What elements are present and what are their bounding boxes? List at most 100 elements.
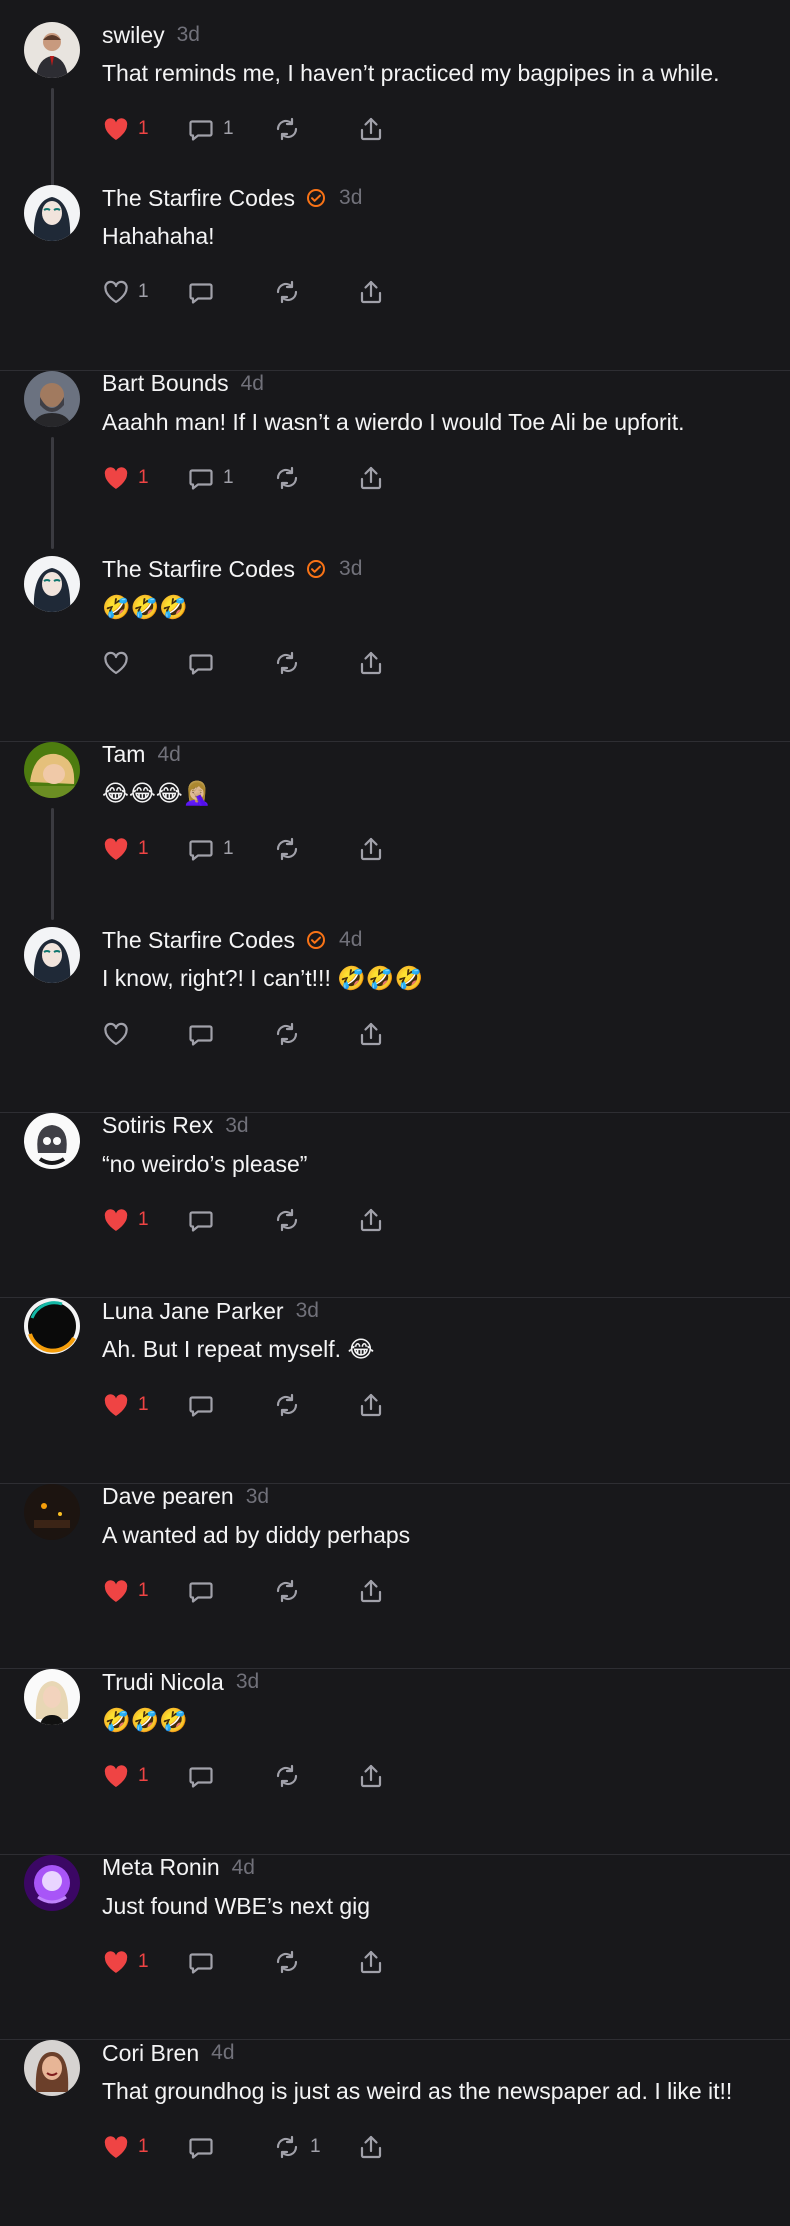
repost-count: 1: [310, 2136, 321, 2157]
post-content: swiley 3d That reminds me, I haven’t pra…: [102, 22, 766, 185]
avatar[interactable]: [24, 185, 80, 241]
reply-button[interactable]: 1: [187, 115, 272, 143]
share-button[interactable]: [357, 835, 442, 863]
share-button[interactable]: [357, 649, 442, 677]
author-name[interactable]: Tam: [102, 741, 145, 768]
reply-button[interactable]: [187, 1762, 272, 1790]
author-name[interactable]: Bart Bounds: [102, 370, 229, 397]
author-name[interactable]: The Starfire Codes: [102, 185, 295, 212]
heart-icon: [102, 1763, 130, 1789]
reply-post: Meta Ronin 4d Just found WBE’s next gig …: [0, 1854, 790, 2040]
avatar[interactable]: [24, 741, 80, 798]
avatar[interactable]: [24, 1854, 80, 1911]
like-button[interactable]: 1: [102, 116, 187, 142]
avatar[interactable]: [24, 1669, 80, 1725]
share-icon: [357, 115, 385, 143]
reply-button[interactable]: [187, 1577, 272, 1605]
author-name[interactable]: Trudi Nicola: [102, 1669, 224, 1696]
repost-button[interactable]: [272, 1391, 357, 1419]
like-button[interactable]: 1: [102, 465, 187, 491]
repost-button[interactable]: [272, 649, 357, 677]
author-name[interactable]: Cori Bren: [102, 2040, 199, 2067]
repost-button[interactable]: [272, 115, 357, 143]
author-name[interactable]: Sotiris Rex: [102, 1112, 213, 1139]
post-actions: [102, 646, 766, 680]
like-button[interactable]: 1: [102, 1392, 187, 1418]
like-button[interactable]: [102, 650, 187, 676]
share-button[interactable]: [357, 1020, 442, 1048]
like-button[interactable]: 1: [102, 1578, 187, 1604]
reply-button[interactable]: [187, 1391, 272, 1419]
share-button[interactable]: [357, 2133, 442, 2161]
like-button[interactable]: [102, 1021, 187, 1047]
share-button[interactable]: [357, 278, 442, 306]
heart-icon: [102, 650, 130, 676]
repost-button[interactable]: [272, 278, 357, 306]
like-button[interactable]: 1: [102, 1207, 187, 1233]
heart-icon: [102, 465, 130, 491]
author-name[interactable]: The Starfire Codes: [102, 556, 295, 583]
repost-button[interactable]: 1: [272, 2133, 357, 2161]
post-meta: Luna Jane Parker 3d: [102, 1296, 766, 1326]
like-button[interactable]: 1: [102, 279, 187, 305]
comment-icon: [187, 115, 215, 143]
like-count: 1: [138, 837, 149, 859]
reply-button[interactable]: [187, 1206, 272, 1234]
share-button[interactable]: [357, 1577, 442, 1605]
post-timestamp: 4d: [339, 928, 363, 951]
like-button[interactable]: 1: [102, 1763, 187, 1789]
reply-button[interactable]: [187, 278, 272, 306]
post-timestamp: 3d: [176, 23, 200, 46]
like-count: 1: [138, 281, 149, 302]
like-button[interactable]: 1: [102, 1949, 187, 1975]
avatar[interactable]: [24, 22, 80, 78]
share-button[interactable]: [357, 1206, 442, 1234]
like-button[interactable]: 1: [102, 836, 187, 862]
share-icon: [357, 1948, 385, 1976]
reply-button[interactable]: 1: [187, 464, 272, 492]
like-button[interactable]: 1: [102, 2134, 187, 2160]
avatar[interactable]: [24, 370, 80, 427]
repost-icon: [272, 1577, 302, 1605]
share-button[interactable]: [357, 115, 442, 143]
post-meta: The Starfire Codes 3d: [102, 183, 766, 213]
reply-button[interactable]: [187, 1948, 272, 1976]
repost-button[interactable]: [272, 1206, 357, 1234]
repost-button[interactable]: [272, 464, 357, 492]
avatar-column: [24, 556, 102, 741]
author-name[interactable]: The Starfire Codes: [102, 927, 295, 954]
reply-button[interactable]: 1: [187, 835, 272, 863]
repost-icon: [272, 115, 302, 143]
author-name[interactable]: Dave pearen: [102, 1483, 234, 1510]
reply-post: Bart Bounds 4d Aaahh man! If I wasn’t a …: [0, 370, 790, 557]
share-button[interactable]: [357, 1762, 442, 1790]
avatar[interactable]: [24, 556, 80, 612]
repost-button[interactable]: [272, 1020, 357, 1048]
author-name[interactable]: swiley: [102, 22, 165, 49]
post-text: “no weirdo’s please”: [102, 1150, 308, 1177]
repost-button[interactable]: [272, 1948, 357, 1976]
post-meta: Sotiris Rex 3d: [102, 1111, 766, 1141]
avatar[interactable]: [24, 2040, 80, 2096]
avatar[interactable]: [24, 1483, 80, 1540]
share-icon: [357, 278, 385, 306]
author-name[interactable]: Luna Jane Parker: [102, 1298, 284, 1325]
repost-button[interactable]: [272, 1762, 357, 1790]
reply-button[interactable]: [187, 649, 272, 677]
share-button[interactable]: [357, 1948, 442, 1976]
reply-button[interactable]: [187, 1020, 272, 1048]
thread-line: [51, 807, 54, 920]
avatar[interactable]: [24, 1112, 80, 1169]
author-name[interactable]: Meta Ronin: [102, 1854, 220, 1881]
share-button[interactable]: [357, 1391, 442, 1419]
avatar-column: [24, 370, 102, 557]
repost-button[interactable]: [272, 1577, 357, 1605]
avatar[interactable]: [24, 927, 80, 983]
repost-button[interactable]: [272, 835, 357, 863]
post-text: 🤣🤣🤣: [102, 1707, 188, 1733]
reply-button[interactable]: [187, 2133, 272, 2161]
share-button[interactable]: [357, 464, 442, 492]
avatar[interactable]: [24, 1298, 80, 1354]
repost-icon: [272, 649, 302, 677]
post-content: Dave pearen 3d A wanted ad by diddy perh…: [102, 1483, 766, 1669]
